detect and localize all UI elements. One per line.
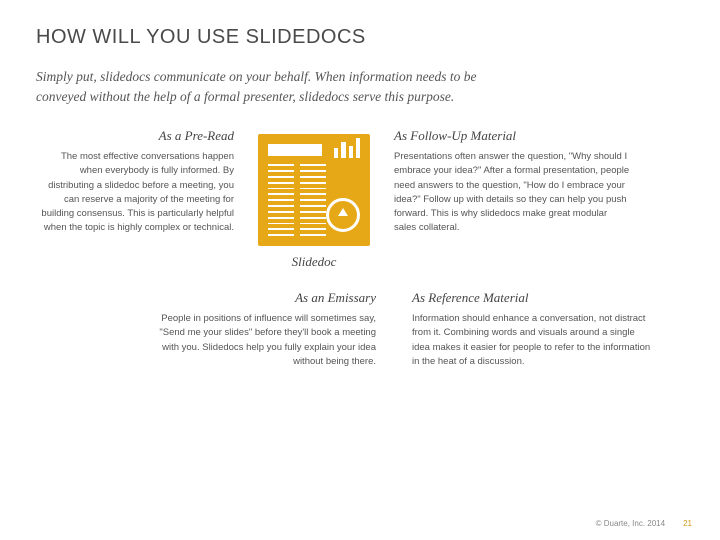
heading-pre-read: As a Pre-Read bbox=[159, 128, 234, 144]
quadrant-row-bottom: As an Emissary People in positions of in… bbox=[36, 290, 684, 369]
body-emissary: People in positions of influence will so… bbox=[156, 312, 376, 369]
body-pre-read: The most effective conversations happen … bbox=[36, 150, 234, 236]
column-left: As a Pre-Read The most effective convers… bbox=[36, 128, 234, 270]
progress-circle-icon bbox=[326, 198, 360, 232]
bar-chart-icon bbox=[334, 136, 360, 158]
cell-emissary: As an Emissary People in positions of in… bbox=[156, 290, 376, 369]
text-lines-icon bbox=[268, 164, 294, 236]
center-label: Slidedoc bbox=[292, 254, 337, 270]
body-reference: Information should enhance a conversatio… bbox=[412, 312, 652, 369]
quadrant-grid: As a Pre-Read The most effective convers… bbox=[36, 128, 684, 270]
arrow-up-icon bbox=[338, 208, 348, 216]
body-follow-up: Presentations often answer the question,… bbox=[394, 150, 630, 236]
column-right: As Follow-Up Material Presentations ofte… bbox=[394, 128, 630, 270]
slidedoc-icon bbox=[258, 134, 370, 246]
page-number: 21 bbox=[683, 519, 692, 528]
intro-paragraph: Simply put, slidedocs communicate on you… bbox=[36, 67, 516, 106]
copyright: © Duarte, Inc. 2014 bbox=[596, 519, 666, 528]
footer: © Duarte, Inc. 2014 21 bbox=[596, 519, 692, 528]
cell-reference: As Reference Material Information should… bbox=[412, 290, 652, 369]
column-center: Slidedoc bbox=[248, 128, 380, 270]
heading-follow-up: As Follow-Up Material bbox=[394, 128, 630, 144]
heading-emissary: As an Emissary bbox=[156, 290, 376, 306]
heading-reference: As Reference Material bbox=[412, 290, 652, 306]
text-lines-icon-2 bbox=[300, 164, 326, 236]
icon-header-bar bbox=[268, 144, 322, 156]
page-title: HOW WILL YOU USE SLIDEDOCS bbox=[36, 26, 684, 49]
